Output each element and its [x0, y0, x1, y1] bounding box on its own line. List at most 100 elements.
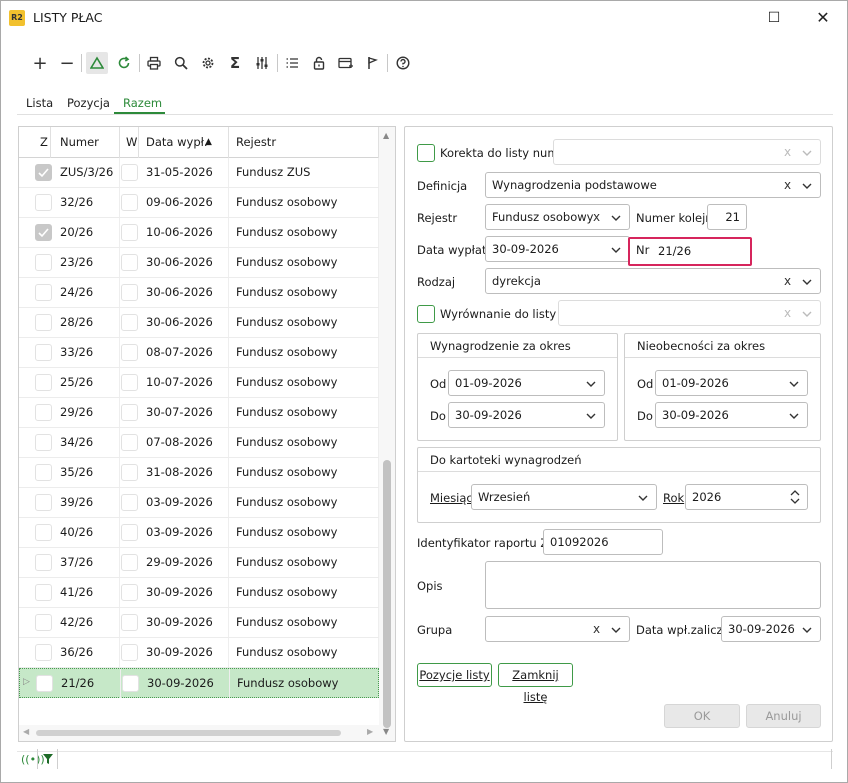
zamknij-liste-button[interactable]: Zamknij listę: [498, 663, 573, 704]
sliders-icon[interactable]: [251, 52, 273, 74]
column-header-rejestr[interactable]: Rejestr: [229, 127, 379, 158]
row-z-checkbox[interactable]: [35, 434, 52, 451]
scroll-right-arrow[interactable]: ▶: [367, 727, 373, 736]
nieob-od-date[interactable]: 01-09-2026: [655, 370, 808, 396]
row-w-checkbox[interactable]: [121, 374, 138, 391]
data-wpl-date[interactable]: 30-09-2026: [721, 616, 821, 642]
table-row[interactable]: 40/26 03-09-2026 Fundusz osobowy: [19, 518, 379, 548]
row-w-checkbox[interactable]: [121, 584, 138, 601]
table-row[interactable]: ZUS/3/26 31-05-2026 Fundusz ZUS: [19, 158, 379, 188]
row-z-checkbox[interactable]: [35, 584, 52, 601]
gear-icon[interactable]: [197, 52, 219, 74]
list-icon[interactable]: [281, 52, 303, 74]
card-icon[interactable]: [335, 52, 357, 74]
row-z-checkbox[interactable]: [35, 644, 52, 661]
row-w-checkbox[interactable]: [121, 164, 138, 181]
help-icon[interactable]: [392, 52, 414, 74]
grupa-select[interactable]: x: [485, 616, 630, 642]
row-w-checkbox[interactable]: [122, 675, 139, 692]
row-w-checkbox[interactable]: [121, 284, 138, 301]
tab-lista[interactable]: Lista: [26, 96, 53, 110]
table-row[interactable]: 36/26 30-09-2026 Fundusz osobowy: [19, 638, 379, 668]
rok-spinner[interactable]: 2026: [685, 484, 808, 510]
row-w-checkbox[interactable]: [121, 494, 138, 511]
chevron-down-icon[interactable]: [638, 493, 648, 503]
clear-icon[interactable]: x: [593, 205, 600, 229]
row-w-checkbox[interactable]: [121, 614, 138, 631]
scroll-up-arrow[interactable]: ▲: [383, 131, 389, 140]
table-row[interactable]: 34/26 07-08-2026 Fundusz osobowy: [19, 428, 379, 458]
clear-icon[interactable]: x: [784, 140, 791, 164]
refresh-icon[interactable]: [113, 52, 135, 74]
scroll-down-arrow[interactable]: ▼: [383, 727, 389, 736]
scroll-left-arrow[interactable]: ◀: [23, 727, 29, 736]
rodzaj-select[interactable]: dyrekcja x: [485, 268, 821, 294]
minus-icon[interactable]: −: [56, 52, 78, 74]
chevron-down-icon[interactable]: [789, 411, 799, 421]
sigma-icon[interactable]: Σ: [224, 52, 246, 74]
chevron-down-icon[interactable]: [586, 379, 596, 389]
clear-icon[interactable]: x: [593, 617, 600, 641]
row-z-checkbox[interactable]: [35, 224, 52, 241]
flag-icon[interactable]: [362, 52, 384, 74]
row-z-checkbox[interactable]: [35, 464, 52, 481]
chevron-down-icon[interactable]: [802, 181, 812, 191]
zus-input[interactable]: 01092026: [543, 529, 663, 555]
chevron-down-icon[interactable]: [802, 309, 812, 319]
miesiac-select[interactable]: Wrzesień: [471, 484, 657, 510]
row-z-checkbox[interactable]: [35, 524, 52, 541]
grid-horizontal-scrollbar[interactable]: ◀ ▶: [19, 725, 379, 741]
row-z-checkbox[interactable]: [35, 374, 52, 391]
maximize-button[interactable]: ☐: [762, 7, 786, 29]
print-icon[interactable]: [143, 52, 165, 74]
row-w-checkbox[interactable]: [121, 194, 138, 211]
data-wyplaty-date[interactable]: 30-09-2026: [485, 236, 630, 262]
table-row[interactable]: 25/26 10-07-2026 Fundusz osobowy: [19, 368, 379, 398]
plus-icon[interactable]: +: [29, 52, 51, 74]
korekta-field[interactable]: x: [553, 139, 821, 165]
korekta-checkbox[interactable]: [417, 144, 435, 162]
table-row[interactable]: 20/26 10-06-2026 Fundusz osobowy: [19, 218, 379, 248]
row-w-checkbox[interactable]: [121, 524, 138, 541]
wyn-do-date[interactable]: 30-09-2026: [448, 402, 605, 428]
row-z-checkbox[interactable]: [35, 614, 52, 631]
clear-icon[interactable]: x: [784, 269, 791, 293]
row-w-checkbox[interactable]: [121, 404, 138, 421]
column-header-data[interactable]: Data wypł. ▲: [139, 127, 229, 158]
table-row[interactable]: 35/26 31-08-2026 Fundusz osobowy: [19, 458, 379, 488]
row-w-checkbox[interactable]: [121, 344, 138, 361]
wyrownanie-field[interactable]: x: [558, 300, 821, 326]
chevron-down-icon[interactable]: [802, 625, 812, 635]
row-z-checkbox[interactable]: [35, 284, 52, 301]
table-row[interactable]: 23/26 30-06-2026 Fundusz osobowy: [19, 248, 379, 278]
row-w-checkbox[interactable]: [121, 434, 138, 451]
wyrownanie-checkbox[interactable]: [417, 305, 435, 323]
table-row[interactable]: 24/26 30-06-2026 Fundusz osobowy: [19, 278, 379, 308]
table-row[interactable]: 39/26 03-09-2026 Fundusz osobowy: [19, 488, 379, 518]
wyn-od-date[interactable]: 01-09-2026: [448, 370, 605, 396]
horizontal-scroll-thumb[interactable]: [36, 730, 341, 736]
filter-icon[interactable]: [42, 753, 54, 768]
row-z-checkbox[interactable]: [35, 194, 52, 211]
clear-icon[interactable]: x: [784, 173, 791, 197]
tab-pozycja[interactable]: Pozycja: [67, 96, 110, 110]
chevron-down-icon[interactable]: [611, 625, 621, 635]
row-z-checkbox[interactable]: [35, 404, 52, 421]
row-w-checkbox[interactable]: [121, 554, 138, 571]
spinner-arrows-icon[interactable]: [790, 488, 800, 506]
definicja-select[interactable]: Wynagrodzenia podstawowe x: [485, 172, 821, 198]
column-header-w[interactable]: W: [120, 127, 139, 158]
chevron-down-icon[interactable]: [802, 148, 812, 158]
rejestr-select[interactable]: Fundusz osobowy x: [485, 204, 630, 230]
table-row[interactable]: 33/26 08-07-2026 Fundusz osobowy: [19, 338, 379, 368]
chevron-down-icon[interactable]: [586, 411, 596, 421]
close-button[interactable]: ✕: [811, 7, 835, 29]
numer-kolejny-input[interactable]: 21: [707, 204, 747, 230]
row-z-checkbox[interactable]: [35, 254, 52, 271]
chevron-down-icon[interactable]: [802, 277, 812, 287]
chevron-down-icon[interactable]: [789, 379, 799, 389]
search-icon[interactable]: [170, 52, 192, 74]
ok-button[interactable]: OK: [664, 704, 740, 728]
nieob-do-date[interactable]: 30-09-2026: [655, 402, 808, 428]
row-z-checkbox[interactable]: [35, 344, 52, 361]
